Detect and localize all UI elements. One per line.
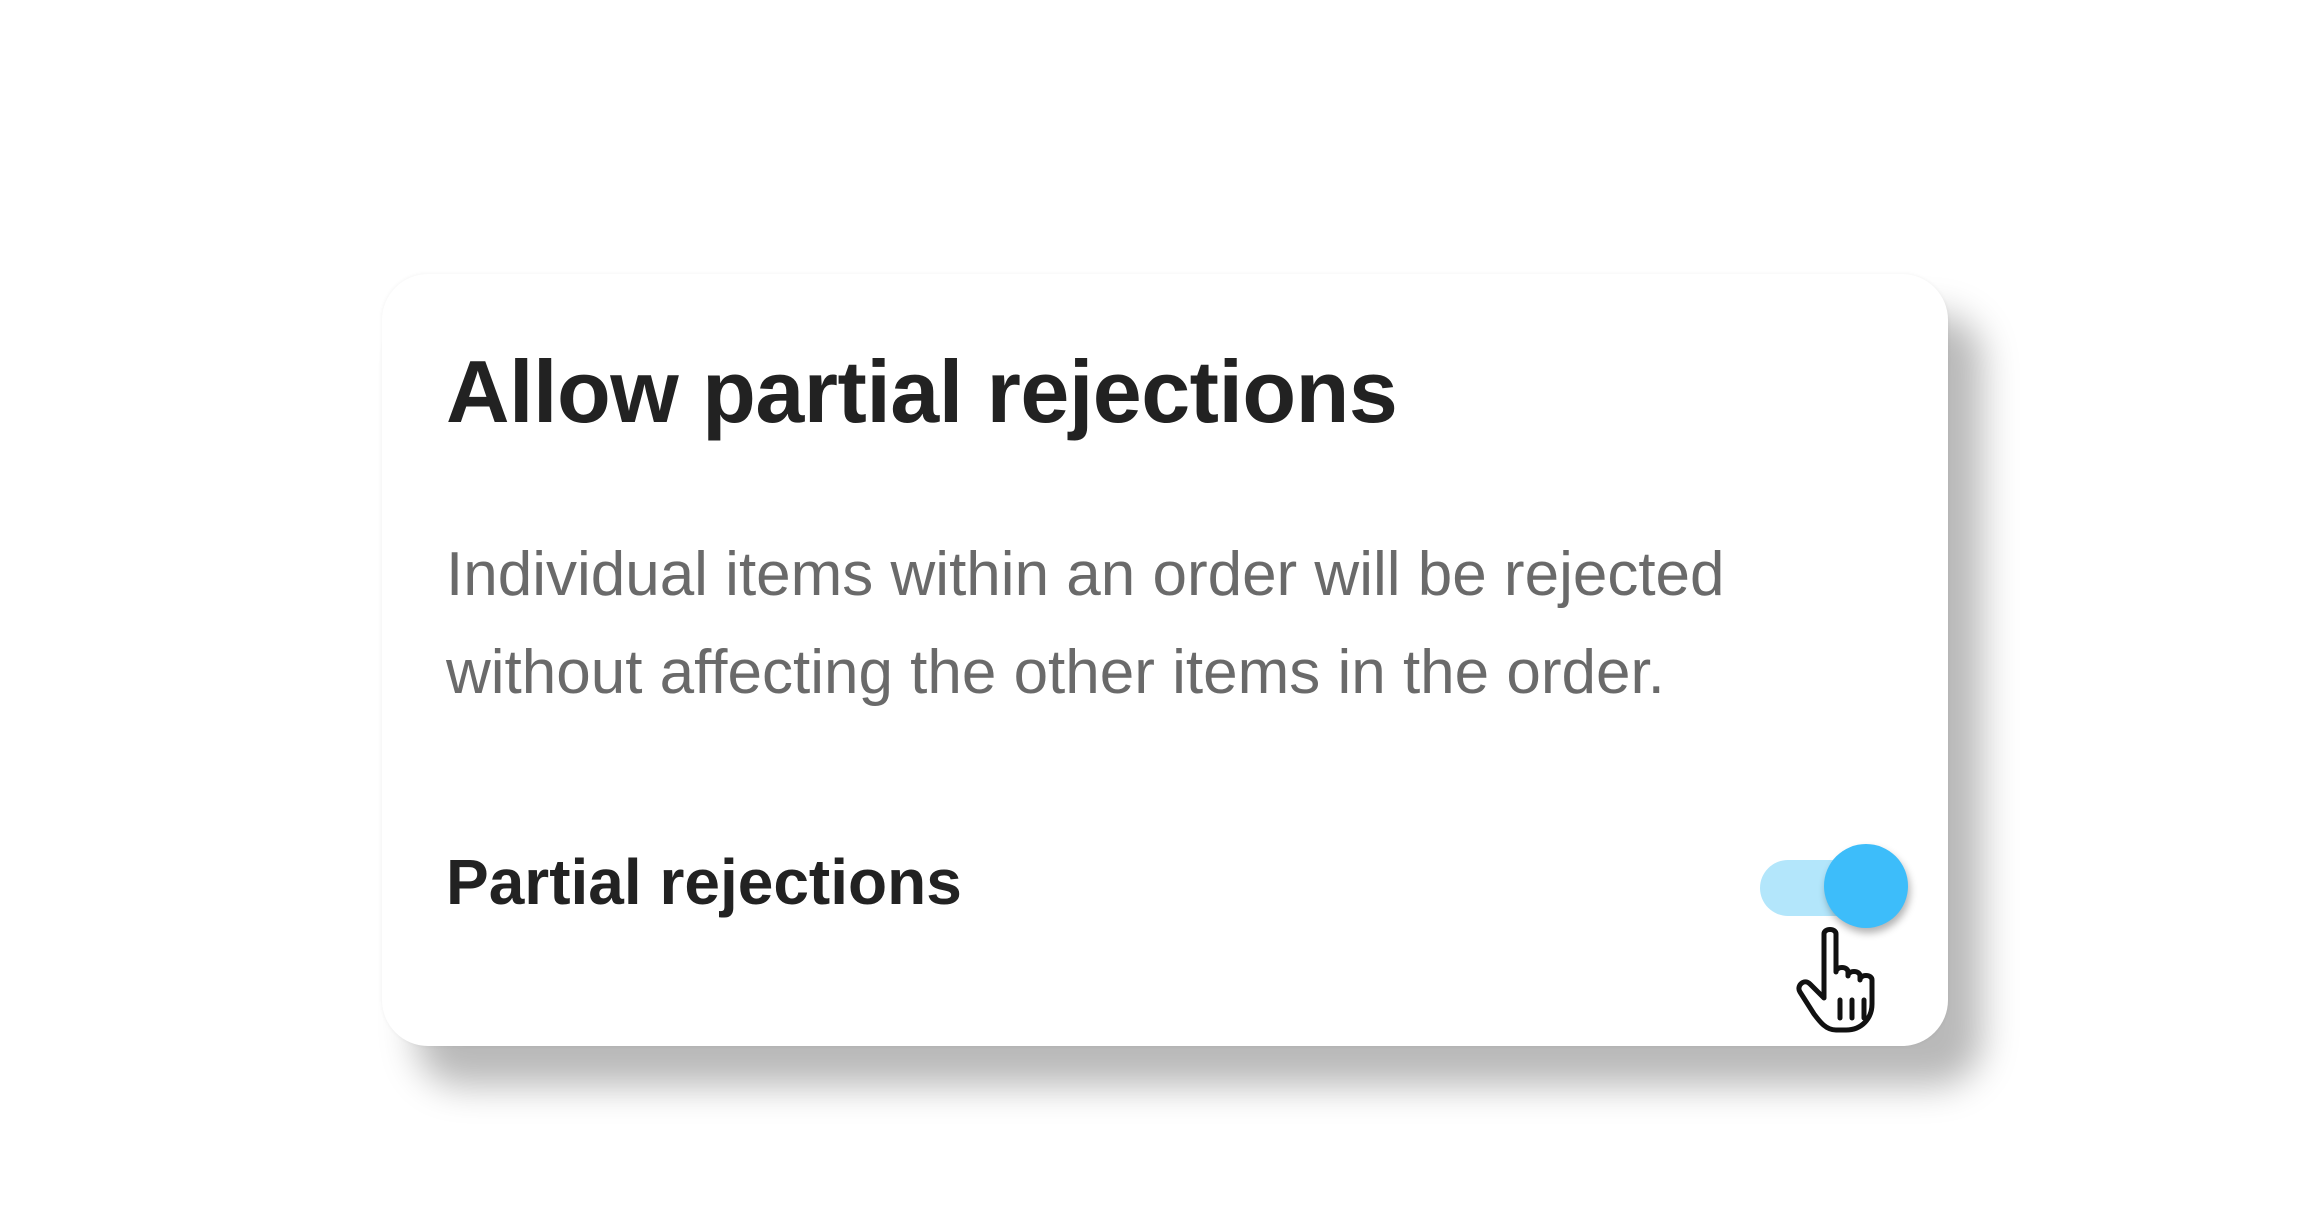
- hand-pointer-icon: [1796, 926, 1906, 1036]
- setting-label: Partial rejections: [446, 846, 962, 918]
- card-description: Individual items within an order will be…: [446, 540, 1725, 707]
- toggle-thumb: [1824, 844, 1908, 928]
- card-title: Allow partial rejections: [446, 342, 1398, 441]
- partial-rejections-toggle[interactable]: [1760, 838, 1908, 928]
- settings-card: Allow partial rejections Individual item…: [382, 274, 1948, 1046]
- setting-row-partial-rejections: Partial rejections: [446, 834, 1908, 930]
